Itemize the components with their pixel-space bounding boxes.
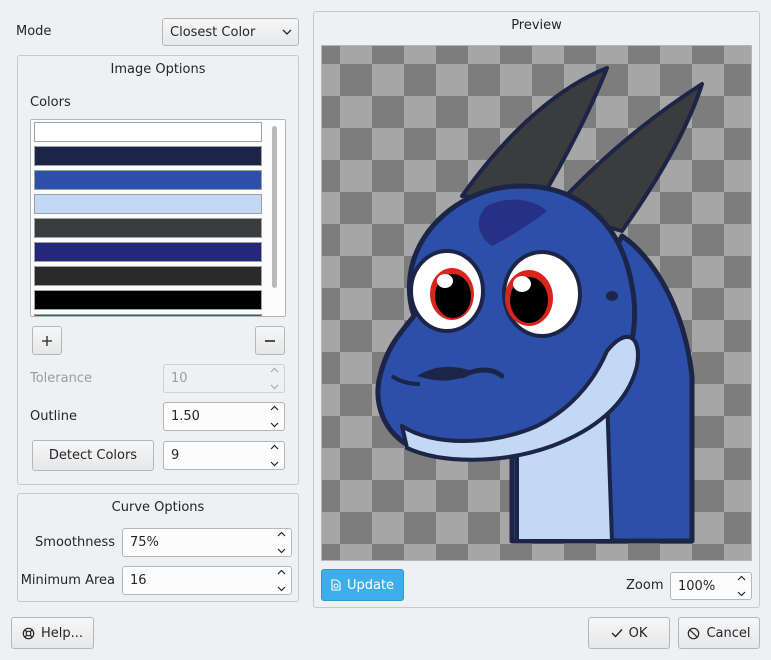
preview-title: Preview (511, 18, 562, 33)
chevron-down-icon (277, 586, 285, 592)
curve-options-group: Curve Options Smoothness 75% Minimum Are… (17, 493, 299, 602)
chevron-down-icon (737, 591, 745, 597)
tolerance-spinbox[interactable]: 10 (163, 364, 285, 393)
chevron-up-icon (277, 569, 285, 575)
zoom-spinbox[interactable]: 100% (670, 572, 752, 600)
chevron-up-icon (737, 575, 745, 581)
smoothness-spin-arrows[interactable] (274, 531, 288, 554)
cancel-button-label: Cancel (706, 625, 751, 641)
outline-spin-arrows[interactable] (267, 405, 281, 428)
tolerance-spin-arrows[interactable] (267, 367, 281, 390)
zoom-spin-arrows[interactable] (734, 575, 748, 597)
help-button[interactable]: Help... (11, 617, 94, 649)
curve-options-title: Curve Options (111, 500, 205, 515)
minus-icon (265, 339, 275, 342)
smoothness-label: Smoothness (35, 535, 115, 550)
chevron-up-icon (277, 531, 285, 537)
mode-label: Mode (16, 24, 52, 39)
image-options-title: Image Options (110, 62, 206, 77)
zoom-label: Zoom (626, 578, 664, 593)
refresh-document-icon (331, 579, 341, 591)
color-list[interactable] (30, 119, 286, 317)
color-swatch[interactable] (34, 122, 262, 142)
color-swatch[interactable] (34, 194, 262, 214)
color-swatch[interactable] (34, 266, 262, 286)
tolerance-value: 10 (171, 371, 188, 386)
dragon-preview-image (375, 66, 704, 544)
color-list-scrollbar[interactable] (272, 126, 277, 288)
chevron-down-icon (270, 384, 278, 390)
minimum-area-value: 16 (130, 573, 147, 588)
cancel-icon (688, 627, 700, 639)
color-swatch[interactable] (34, 218, 262, 238)
color-swatch[interactable] (34, 314, 262, 316)
color-swatch[interactable] (34, 242, 262, 262)
help-button-label: Help... (40, 625, 84, 641)
minimum-area-label: Minimum Area (20, 573, 115, 588)
checkmark-icon (611, 629, 623, 638)
update-button[interactable]: Update (321, 569, 404, 601)
plus-icon (42, 335, 52, 346)
remove-color-button[interactable] (255, 326, 285, 355)
chevron-down-icon (270, 461, 278, 467)
chevron-up-icon (270, 444, 278, 450)
chevron-up-icon (270, 367, 278, 373)
minimum-area-spinbox[interactable]: 16 (122, 566, 292, 595)
detect-count-spin-arrows[interactable] (267, 444, 281, 467)
lifebuoy-icon (22, 627, 35, 639)
mode-combobox[interactable]: Closest Color (162, 18, 299, 46)
chevron-down-icon (277, 548, 285, 554)
detect-count-value: 9 (171, 448, 180, 463)
outline-value: 1.50 (171, 409, 200, 424)
detect-colors-button[interactable]: Detect Colors (32, 440, 154, 471)
update-button-label: Update (346, 577, 395, 593)
cancel-button[interactable]: Cancel (678, 617, 760, 649)
preview-canvas[interactable] (321, 45, 752, 561)
chevron-down-icon (282, 29, 292, 35)
colors-label: Colors (30, 95, 71, 110)
smoothness-spinbox[interactable]: 75% (122, 528, 292, 557)
image-options-group: Image Options Colors Tolerance 10 Outlin… (17, 55, 299, 485)
outline-spinbox[interactable]: 1.50 (163, 402, 285, 431)
color-swatch[interactable] (34, 170, 262, 190)
detect-count-spinbox[interactable]: 9 (163, 441, 285, 470)
tolerance-label: Tolerance (30, 371, 92, 386)
minimum-area-spin-arrows[interactable] (274, 569, 288, 592)
outline-label: Outline (30, 409, 78, 424)
ok-button[interactable]: OK (588, 617, 670, 649)
preview-group: Preview Update Zoom 100% (313, 11, 760, 608)
zoom-value: 100% (678, 578, 716, 594)
ok-button-label: OK (628, 625, 648, 641)
chevron-down-icon (270, 422, 278, 428)
add-color-button[interactable] (32, 326, 62, 355)
smoothness-value: 75% (130, 535, 159, 550)
chevron-up-icon (270, 405, 278, 411)
color-swatch[interactable] (34, 290, 262, 310)
mode-value: Closest Color (170, 24, 256, 40)
color-swatch[interactable] (34, 146, 262, 166)
